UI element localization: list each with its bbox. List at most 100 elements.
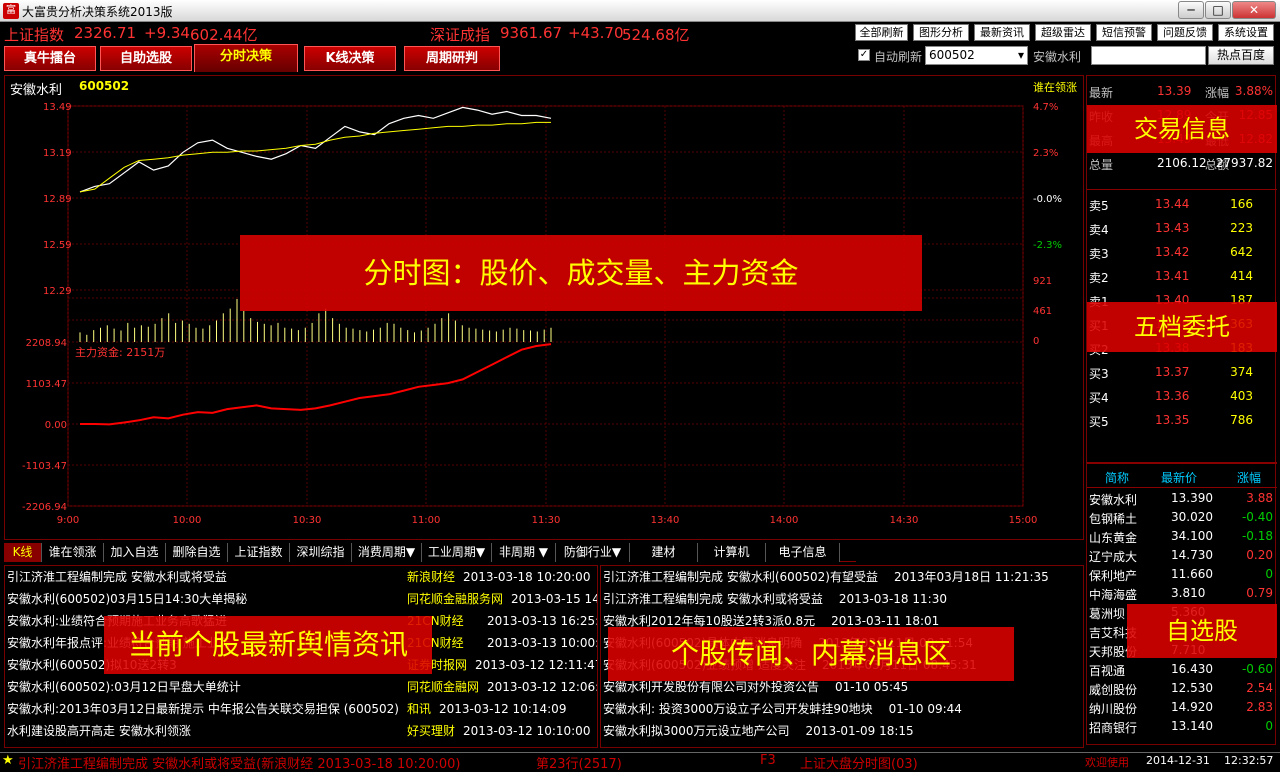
watchlist-stock-price: 13.390 [1171,491,1213,505]
order-book-row: 卖3 13.42 642 [1087,242,1277,264]
tab-cycle[interactable]: 周期研判 [404,46,500,71]
watchlist-row[interactable]: 威创股份 12.530 2.54 [1087,679,1277,698]
sub-tab-item[interactable]: 消费周期▼ [352,543,422,562]
pct-tick-label: 4.7% [1033,102,1058,113]
fund-tick-label: 2208.94 [26,338,67,349]
watchlist-row[interactable]: 辽宁成大 14.730 0.20 [1087,546,1277,565]
sub-tab-item[interactable]: K线 [4,543,42,562]
news-right-item[interactable]: 引江济淮工程编制完成 安徽水利或将受益 2013-03-18 11:30 [603,588,1083,610]
watchlist-header: 简称 最新价 涨幅 [1087,466,1277,488]
title-bar: 富 大富贵分析决策系统2013版 ─ □ ✕ [0,0,1280,22]
news-right-time: 01-10 09:44 [888,702,962,716]
sub-tab-item[interactable]: 建材 [630,543,698,562]
sub-tab-item[interactable]: 谁在领涨 [42,543,104,562]
watchlist-stock-price: 34.100 [1171,529,1213,543]
order-book-label: 买5 [1089,415,1109,429]
sub-tab-item[interactable]: 非周期 ▼ [492,543,556,562]
sub-tab-item[interactable]: 工业周期▼ [422,543,492,562]
news-right-title: 安徽水利2012年每10股送2转3派0.8元 [603,614,816,628]
status-user: 欢迎使用 [1085,756,1129,769]
news-right-time: 2013年03月18日 11:21:35 [894,570,1049,584]
watchlist-row[interactable]: 纳川股份 14.920 2.83 [1087,698,1277,717]
watchlist-overlay: 自选股 [1127,604,1277,658]
auto-refresh-checkbox[interactable]: ✓ [858,49,870,61]
watchlist-stock-name: 百视通 [1089,664,1126,678]
sub-tab-item[interactable]: 计算机 [698,543,766,562]
news-left-title: 引江济淮工程编制完成 安徽水利或将受益 [7,570,227,584]
tab-kline[interactable]: K线决策 [304,46,396,71]
sh-index-value: 2326.71 [74,24,137,42]
watchlist-row[interactable]: 包钢稀土 30.020 -0.40 [1087,508,1277,527]
order-book-price: 13.37 [1155,365,1190,379]
main-fund-label: 主力资金: 2151万 [75,346,166,359]
refresh-all-button[interactable]: 全部刷新 [855,24,908,41]
tab-intraday[interactable]: 分时决策 [194,44,298,72]
close-button[interactable]: ✕ [1232,1,1276,19]
news-left-item[interactable]: 安徽水利(600502)03月15日14:30大单揭秘 同花顺金融服务网 2013-… [7,588,597,610]
tab-bull-arena[interactable]: 真牛擂台 [4,46,96,71]
order-book-label: 卖5 [1089,199,1109,213]
watchlist-row[interactable]: 山东黄金 34.100 -0.18 [1087,527,1277,546]
fund-tick-label: -1103.47 [22,461,67,472]
hot-baidu-button[interactable]: 热点百度 [1208,46,1274,65]
news-right-item[interactable]: 安徽水利: 投资3000万设立子公司开发蚌挂90地块 01-10 09:44 [603,698,1083,720]
sub-tab-item[interactable]: 删除自选 [166,543,228,562]
order-book-row: 卖4 13.43 223 [1087,218,1277,240]
news-left-item[interactable]: 引江济淮工程编制完成 安徽水利或将受益 新浪财经 2013-03-18 10:20:… [7,566,597,588]
status-bar: ★ 引江济淮工程编制完成 安徽水利或将受益(新浪财经 2013-03-18 10… [0,752,1280,772]
order-book-price: 13.41 [1155,269,1190,283]
watchlist-row[interactable]: 保利地产 11.660 0 [1087,565,1277,584]
order-book-volume: 223 [1230,221,1253,235]
watchlist-row[interactable]: 中海海盛 3.810 0.79 [1087,584,1277,603]
tab-self-select[interactable]: 自助选股 [100,46,192,71]
graph-analysis-button[interactable]: 图形分析 [913,24,969,41]
watchlist-row[interactable]: 招商银行 13.140 0 [1087,717,1277,736]
maximize-button[interactable]: □ [1205,1,1231,19]
news-left-source: 同花顺金融网 [407,680,480,694]
news-left-overlay: 当前个股最新舆情资讯 [104,616,432,674]
super-radar-button[interactable]: 超级雷达 [1035,24,1091,41]
stock-code-select[interactable]: 600502 ▾ [925,46,1028,65]
news-left-title: 安徽水利:2013年03月12日最新提示 中年报公告关联交易担保 (600502… [7,702,399,716]
watchlist-stock-change: -0.60 [1241,662,1273,676]
feedback-button[interactable]: 问题反馈 [1157,24,1213,41]
news-left-item[interactable]: 水利建设股高开高走 安徽水利领涨 好买理财 2013-03-12 10:10:00 [7,720,597,742]
news-right-item[interactable]: 引江济淮工程编制完成 安徽水利(600502)有望受益 2013年03月18日 1… [603,566,1083,588]
intraday-chart-panel: 安徽水利 600502 谁在领涨 13.49 13.19 12.89 12.59 12.… [4,75,1084,540]
watchlist-row[interactable]: 百视通 16.430 -0.60 [1087,660,1277,679]
latest-news-button[interactable]: 最新资讯 [974,24,1030,41]
order-book-volume: 374 [1230,365,1253,379]
time-tick-label: 11:30 [532,515,561,526]
watchlist-stock-name: 纳川股份 [1089,702,1138,716]
news-right-item[interactable]: 安徽水利拟3000万元设立地产公司 2013-01-09 18:15 [603,720,1083,742]
watchlist-stock-change: 0.20 [1246,548,1273,562]
time-tick-label: 9:00 [57,515,79,526]
sub-tab-item[interactable]: 电子信息 [766,543,840,562]
news-left-item[interactable]: 安徽水利(600502):03月12日早盘大单统计 同花顺金融网 2013-03-1… [7,676,597,698]
time-tick-label: 10:00 [173,515,202,526]
news-right-overlay: 个股传闻、内幕消息区 [608,627,1014,681]
news-left-item[interactable]: 安徽水利:2013年03月12日最新提示 中年报公告关联交易担保 (600502… [7,698,597,720]
sh-index-amount: 602.44亿 [190,26,258,44]
search-input[interactable] [1091,46,1206,65]
minimize-button[interactable]: ─ [1178,1,1204,19]
fund-tick-label: 0.00 [45,420,67,431]
sub-tab-item[interactable]: 深圳综指 [290,543,352,562]
time-tick-label: 14:00 [770,515,799,526]
sub-tab-item[interactable]: 上证指数 [228,543,290,562]
watchlist-row[interactable]: 安徽水利 13.390 3.88 [1087,489,1277,508]
order-book-label: 买3 [1089,367,1109,381]
news-left-source: 新浪财经 [407,570,456,584]
sms-alert-button[interactable]: 短信预警 [1096,24,1152,41]
time-tick-label: 15:00 [1009,515,1038,526]
settings-button[interactable]: 系统设置 [1218,24,1274,41]
watchlist-stock-price: 12.530 [1171,681,1213,695]
star-icon: ★ [2,753,14,768]
news-left-time: 2013-03-13 16:25:16 [487,614,597,628]
watchlist-stock-price: 30.020 [1171,510,1213,524]
status-marquee[interactable]: 引江济淮工程编制完成 安徽水利或将受益(新浪财经 2013-03-18 10:2… [18,753,460,772]
status-date: 2014-12-31 [1146,754,1210,767]
sub-tab-item[interactable]: 加入自选 [104,543,166,562]
news-right-time: 2013-03-11 18:01 [831,614,940,628]
sub-tab-item[interactable]: 防御行业▼ [556,543,630,562]
